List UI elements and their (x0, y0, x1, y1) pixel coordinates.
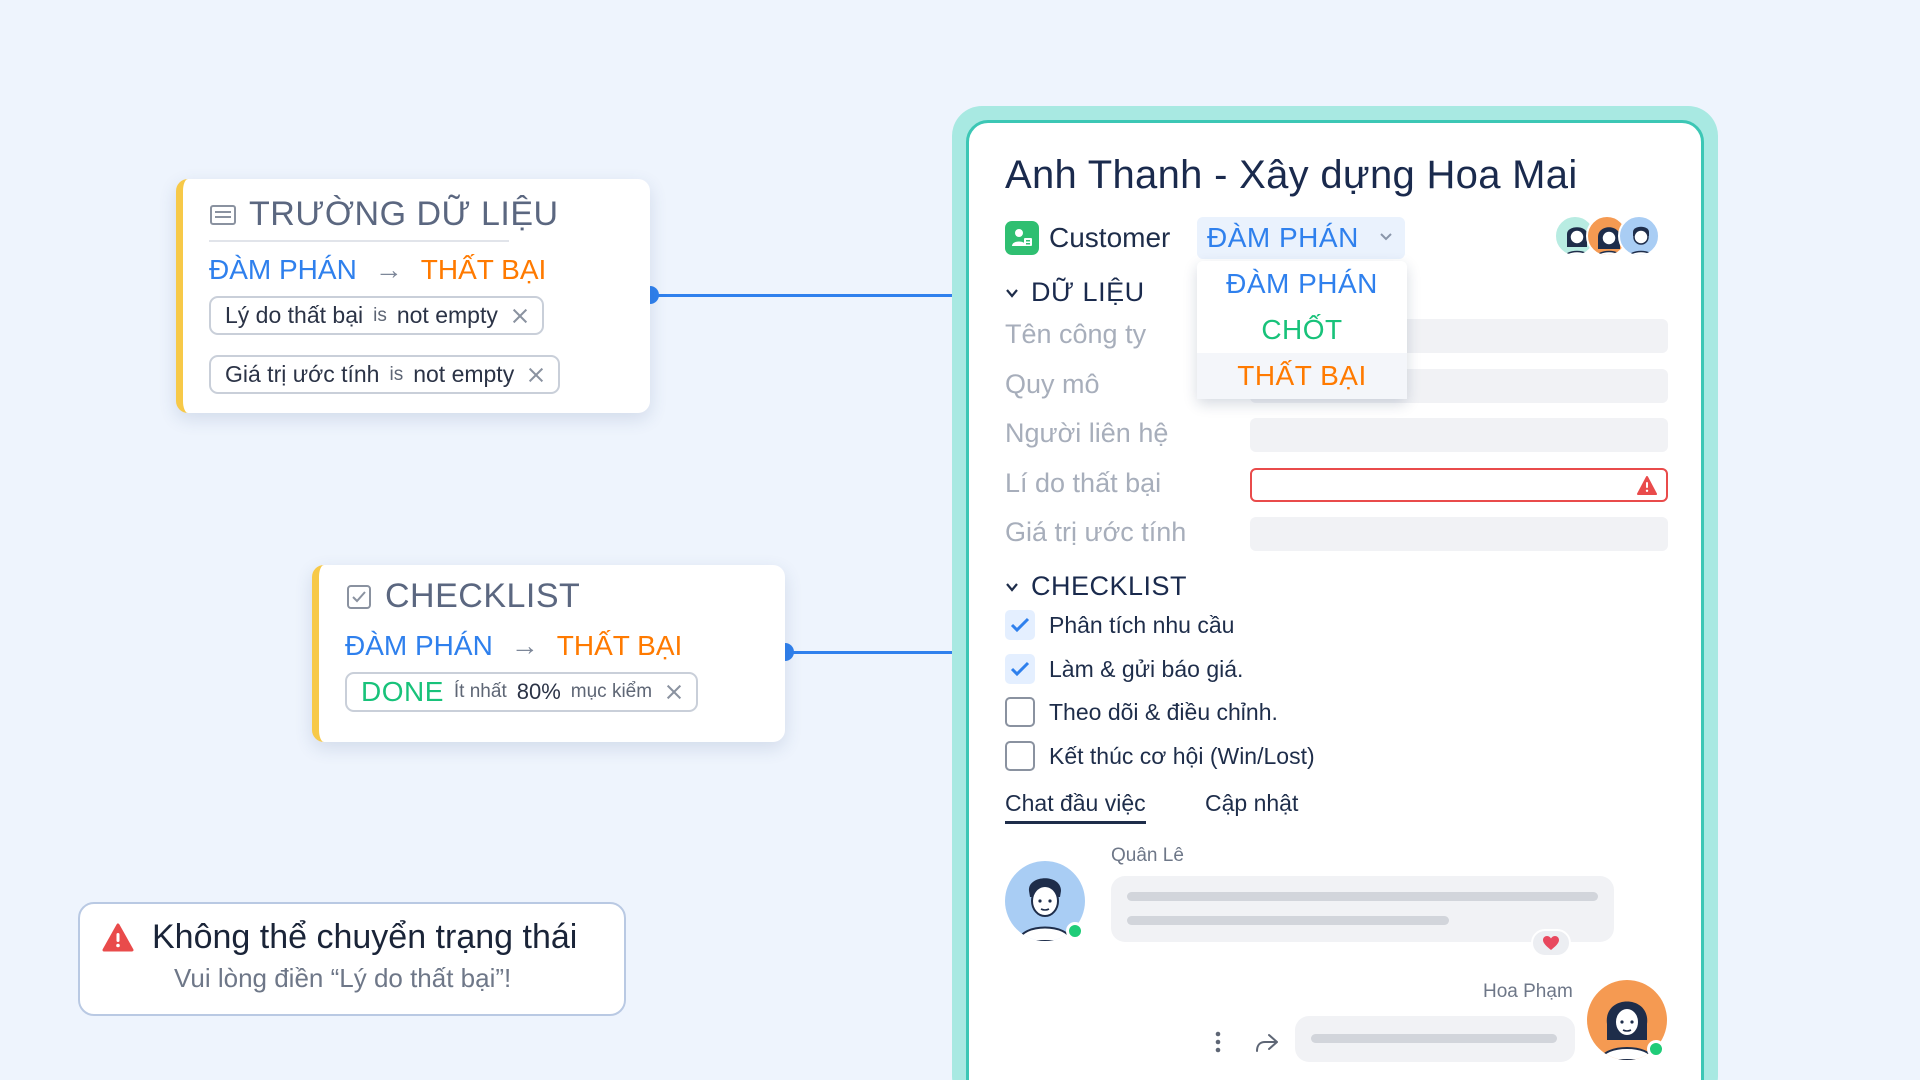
data-section-toggle[interactable]: DỮ LIỆU (1005, 277, 1145, 308)
field-label-contact: Người liên hệ (1005, 418, 1169, 448)
title-divider (209, 240, 509, 242)
condition-operator: is (389, 363, 404, 385)
chevron-down-icon (1379, 229, 1393, 247)
message-text-placeholder (1127, 916, 1449, 925)
checklist-condition-chip[interactable]: DONE Ít nhất 80% mục kiểm (345, 672, 699, 712)
checklist-section-toggle[interactable]: CHECKLIST (1005, 571, 1187, 602)
connector-line-checklist (785, 651, 952, 654)
chevron-down-icon (1005, 286, 1019, 300)
stage-transition: ĐÀM PHÁN → THẤT BẠI (345, 630, 759, 662)
checklist-item[interactable]: Phân tích nhu cầu (1005, 610, 1234, 640)
condition-prefix: Ít nhất (453, 681, 507, 702)
condition-status: DONE (361, 676, 444, 707)
condition-chip[interactable]: Lý do thất bại is not empty (209, 296, 544, 335)
deal-panel: Anh Thanh - Xây dựng Hoa Mai Customer ĐÀ… (966, 120, 1704, 1080)
deal-title: Anh Thanh - Xây dựng Hoa Mai (1005, 153, 1578, 197)
remove-condition-icon[interactable] (528, 367, 544, 383)
field-input-contact[interactable] (1250, 418, 1668, 452)
remove-condition-icon[interactable] (512, 308, 528, 324)
deal-type-label: Customer (1049, 222, 1171, 253)
condition-value: not empty (413, 361, 515, 387)
stage-option-dam-phan[interactable]: ĐÀM PHÁN (1197, 261, 1407, 307)
from-stage: ĐÀM PHÁN (209, 254, 357, 285)
checklist-item-label: Kết thúc cơ hội (Win/Lost) (1049, 742, 1315, 769)
from-stage: ĐÀM PHÁN (345, 630, 493, 661)
checklist-item[interactable]: Kết thúc cơ hội (Win/Lost) (1005, 741, 1315, 771)
form-fields-icon (209, 201, 237, 229)
arrow-right-icon: → (374, 254, 403, 285)
connector-line-fields (650, 294, 952, 297)
stage-transition: ĐÀM PHÁN → THẤT BẠI (209, 254, 624, 286)
condition-value: not empty (396, 302, 498, 328)
checkbox-unchecked[interactable] (1005, 741, 1035, 771)
toast-title: Không thể chuyển trạng thái (152, 918, 578, 956)
customer-icon (1005, 221, 1039, 255)
stage-select[interactable]: ĐÀM PHÁN (1197, 217, 1405, 259)
assignee-avatars[interactable] (1554, 215, 1660, 257)
checkbox-checked[interactable] (1005, 654, 1035, 684)
online-status-dot (1647, 1040, 1665, 1058)
rule-card-title: CHECKLIST (345, 577, 759, 616)
message-bubble[interactable] (1295, 1016, 1575, 1062)
chevron-down-icon (1005, 580, 1019, 594)
data-section-title: DỮ LIỆU (1031, 277, 1145, 307)
checkbox-checked[interactable] (1005, 610, 1035, 640)
condition-percent: 80% (516, 679, 561, 704)
to-stage: THẤT BẠI (556, 630, 683, 661)
warning-icon (102, 923, 134, 953)
heart-reaction[interactable] (1531, 929, 1571, 957)
deal-type: Customer (1005, 221, 1170, 255)
stage-dropdown-menu: ĐÀM PHÁN CHỐT THẤT BẠI (1197, 261, 1407, 399)
condition-field: Lý do thất bại (225, 302, 364, 328)
field-label-fail-reason: Lí do thất bại (1005, 468, 1162, 498)
checklist-item-label: Phân tích nhu cầu (1049, 611, 1235, 638)
arrow-right-icon: → (510, 630, 539, 661)
rule-card-checklist[interactable]: CHECKLIST ĐÀM PHÁN → THẤT BẠI DONE Ít nh… (312, 565, 785, 742)
avatar[interactable] (1618, 215, 1660, 257)
online-status-dot (1066, 922, 1084, 940)
condition-field: Giá trị ước tính (225, 361, 380, 387)
heart-icon (1543, 936, 1559, 950)
stage-select-value: ĐÀM PHÁN (1207, 222, 1359, 253)
checklist-section-title: CHECKLIST (1031, 571, 1188, 601)
field-label-estimated-value: Giá trị ước tính (1005, 517, 1187, 547)
message-author: Hoa Phạm (1483, 981, 1573, 1002)
checklist-item[interactable]: Làm & gửi báo giá. (1005, 654, 1243, 684)
checklist-item-label: Làm & gửi báo giá. (1049, 655, 1244, 682)
error-toast: Không thể chuyển trạng thái Vui lòng điề… (78, 902, 626, 1016)
condition-operator: is (373, 304, 387, 326)
field-input-estimated-value[interactable] (1250, 517, 1668, 551)
rule-card-data-fields[interactable]: TRƯỜNG DỮ LIỆU ĐÀM PHÁN → THẤT BẠI Lý do… (176, 179, 650, 413)
tab-updates[interactable]: Cập nhật (1205, 790, 1298, 817)
checkbox-icon (345, 583, 373, 611)
to-stage: THẤT BẠI (420, 254, 547, 285)
condition-chip[interactable]: Giá trị ước tính is not empty (209, 355, 561, 394)
field-input-fail-reason[interactable] (1250, 468, 1668, 502)
stage-option-chot[interactable]: CHỐT (1197, 307, 1407, 353)
message-author: Quân Lê (1111, 845, 1184, 866)
more-options-icon[interactable] (1211, 1029, 1225, 1055)
field-label-scale: Quy mô (1005, 369, 1100, 399)
checklist-item-label: Theo dõi & điều chỉnh. (1049, 698, 1278, 725)
rule-card-title: TRƯỜNG DỮ LIỆU (209, 195, 624, 234)
toast-message: Vui lòng điền “Lý do thất bại”! (174, 963, 512, 993)
forward-icon[interactable] (1253, 1031, 1281, 1055)
stage-option-that-bai[interactable]: THẤT BẠI (1197, 353, 1407, 399)
tab-task-chat[interactable]: Chat đầu việc (1005, 790, 1146, 824)
checklist-item[interactable]: Theo dõi & điều chỉnh. (1005, 697, 1278, 727)
field-label-company: Tên công ty (1005, 319, 1147, 349)
warning-icon (1636, 475, 1658, 497)
checkbox-unchecked[interactable] (1005, 697, 1035, 727)
message-text-placeholder (1311, 1034, 1557, 1043)
condition-suffix: mục kiểm (570, 681, 653, 702)
remove-condition-icon[interactable] (666, 684, 682, 700)
message-text-placeholder (1127, 892, 1598, 901)
